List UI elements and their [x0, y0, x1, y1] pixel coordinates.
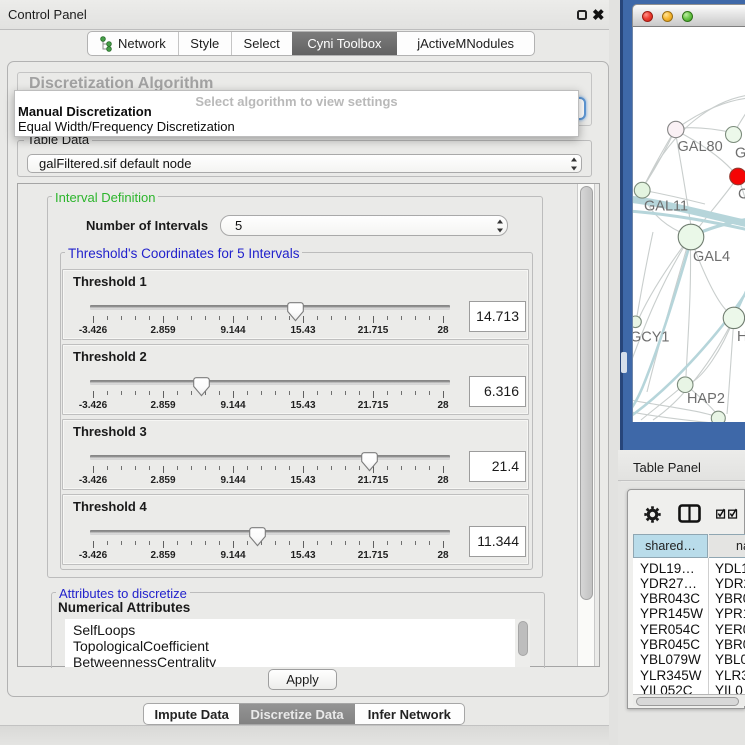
- svg-text:GAL80: GAL80: [678, 139, 723, 155]
- svg-text:G.: G.: [735, 146, 745, 162]
- svg-text:C: C: [738, 187, 745, 203]
- svg-text:HAP2: HAP2: [687, 391, 725, 407]
- svg-text:GCY1: GCY1: [633, 330, 670, 346]
- svg-text:GAL11: GAL11: [644, 199, 688, 215]
- svg-text:GAL4: GAL4: [693, 249, 730, 265]
- svg-text:H: H: [737, 329, 745, 345]
